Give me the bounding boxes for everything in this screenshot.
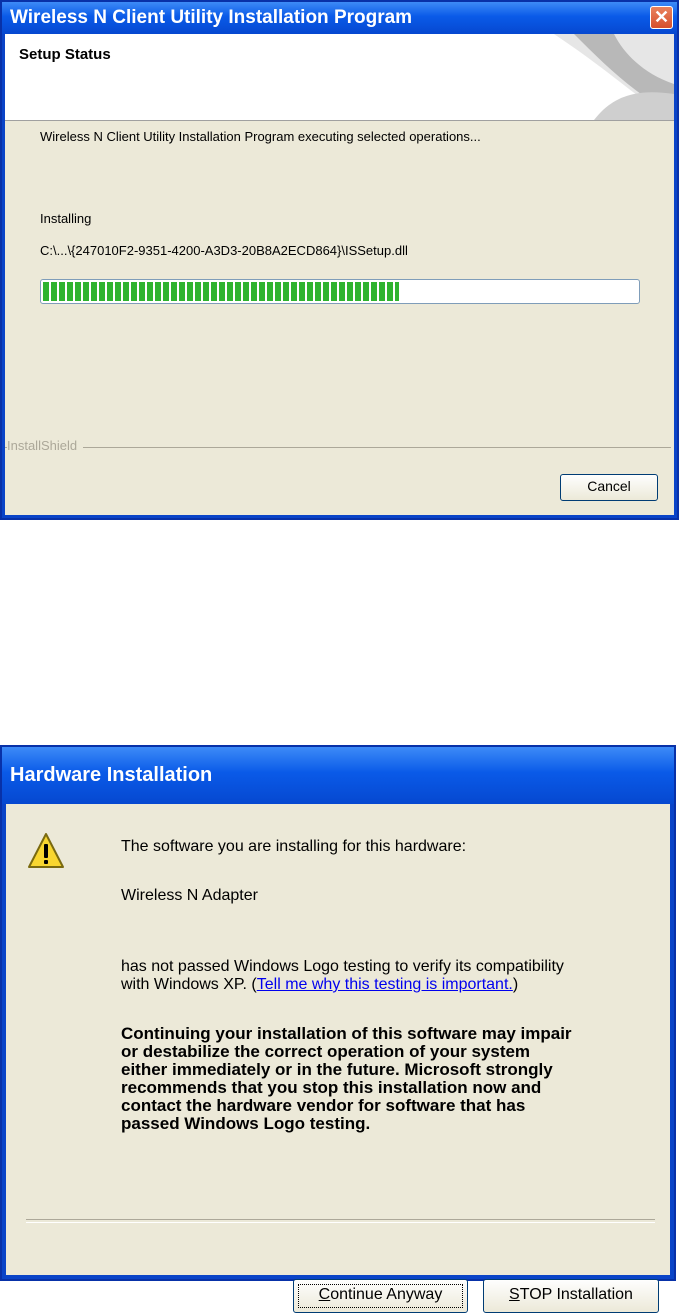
branding-divider	[5, 447, 671, 448]
hardware-installation-dialog: Hardware Installation The software you a…	[0, 745, 676, 1313]
setup-status-title: Setup Status	[19, 46, 111, 63]
intro-text: The software you are installing for this…	[121, 838, 467, 855]
testing-importance-link[interactable]: Tell me why this testing is important.	[257, 976, 513, 993]
hardware-dialog-title: Hardware Installation	[10, 764, 213, 786]
progress-bar	[40, 279, 640, 304]
cancel-button[interactable]: Cancel	[560, 474, 658, 501]
warning-line: passed Windows Logo testing.	[121, 1114, 371, 1133]
stop-installation-button[interactable]: STOP Installation	[483, 1279, 659, 1313]
status-line: Wireless N Client Utility Installation P…	[40, 129, 481, 144]
logo-test-line-1: has not passed Windows Logo testing to v…	[121, 958, 564, 975]
progress-fill	[43, 282, 400, 301]
dialog-divider	[26, 1219, 655, 1223]
warning-line: recommends that you stop this installati…	[121, 1078, 542, 1097]
close-icon: ✕	[653, 7, 670, 27]
action-label: Installing	[40, 211, 92, 226]
installshield-brand: InstallShield	[7, 438, 84, 453]
device-name: Wireless N Adapter	[121, 887, 258, 904]
hardware-dialog-titlebar[interactable]: Hardware Installation	[2, 747, 674, 804]
hardware-dialog-body: The software you are installing for this…	[6, 804, 670, 1313]
install-body: Wireless N Client Utility Installation P…	[5, 121, 674, 515]
install-header: Setup Status	[5, 34, 674, 121]
install-window-title: Wireless N Client Utility Installation P…	[10, 7, 413, 28]
warning-icon	[28, 833, 64, 868]
close-button[interactable]: ✕	[650, 6, 673, 29]
logo-test-prefix: with Windows XP. (	[121, 976, 257, 993]
warning-line: or destabilize the correct operation of …	[121, 1042, 531, 1061]
continue-anyway-button[interactable]: Continue Anyway	[293, 1279, 468, 1313]
focus-rect	[298, 1284, 463, 1308]
logo-test-line-2: with Windows XP. (Tell me why this testi…	[121, 976, 661, 994]
warning-line: Continuing your installation of this sof…	[121, 1024, 572, 1043]
install-window: Wireless N Client Utility Installation P…	[0, 0, 679, 520]
install-window-titlebar[interactable]: Wireless N Client Utility Installation P…	[2, 2, 677, 34]
warning-line: contact the hardware vendor for software…	[121, 1096, 526, 1115]
header-decoration-graphic	[554, 34, 674, 120]
logo-test-suffix: )	[512, 976, 519, 993]
warning-paragraph: Continuing your installation of this sof…	[121, 1025, 661, 1133]
warning-line: either immediately or in the future. Mic…	[121, 1060, 553, 1079]
file-path: C:\...\{247010F2-9351-4200-A3D3-20B8A2EC…	[40, 243, 408, 258]
